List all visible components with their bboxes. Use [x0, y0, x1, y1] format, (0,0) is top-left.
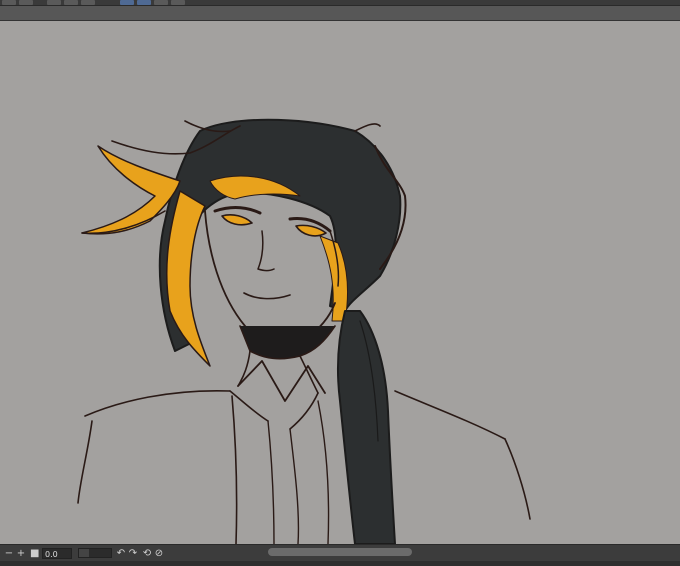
- zoom-out-button[interactable]: −: [4, 548, 14, 560]
- zoom-slider[interactable]: [78, 548, 112, 558]
- menu-icon[interactable]: [154, 0, 168, 5]
- tab-strip: [0, 6, 680, 21]
- rotate-icon[interactable]: [81, 0, 95, 5]
- square-icon[interactable]: ■: [30, 548, 39, 560]
- rotate-left-button[interactable]: ↶: [116, 548, 126, 560]
- balloon-icon[interactable]: [171, 0, 185, 5]
- zoom-slider-fill: [79, 549, 89, 557]
- rotate-right-button[interactable]: ↷: [128, 548, 138, 560]
- drawing-canvas[interactable]: [0, 21, 680, 544]
- reset-rotation-button[interactable]: ⟲: [142, 548, 152, 560]
- horizontal-scrollbar[interactable]: [268, 548, 412, 556]
- selection-icon[interactable]: [19, 0, 33, 5]
- bottom-strip: [0, 561, 680, 566]
- zoom-field[interactable]: 0.0: [42, 548, 72, 559]
- ruler-icon[interactable]: [137, 0, 151, 5]
- status-bar: − + ■ 0.0 ↶ ↷ ⟲ ⊘: [0, 544, 680, 566]
- transform-icon[interactable]: [47, 0, 61, 5]
- flip-button[interactable]: ⊘: [154, 548, 164, 560]
- layer-icon[interactable]: [2, 0, 16, 5]
- zoom-in-button[interactable]: +: [16, 548, 26, 560]
- brush-icon[interactable]: [64, 0, 78, 5]
- character-sketch: [77, 118, 531, 544]
- lasso-icon[interactable]: [120, 0, 134, 5]
